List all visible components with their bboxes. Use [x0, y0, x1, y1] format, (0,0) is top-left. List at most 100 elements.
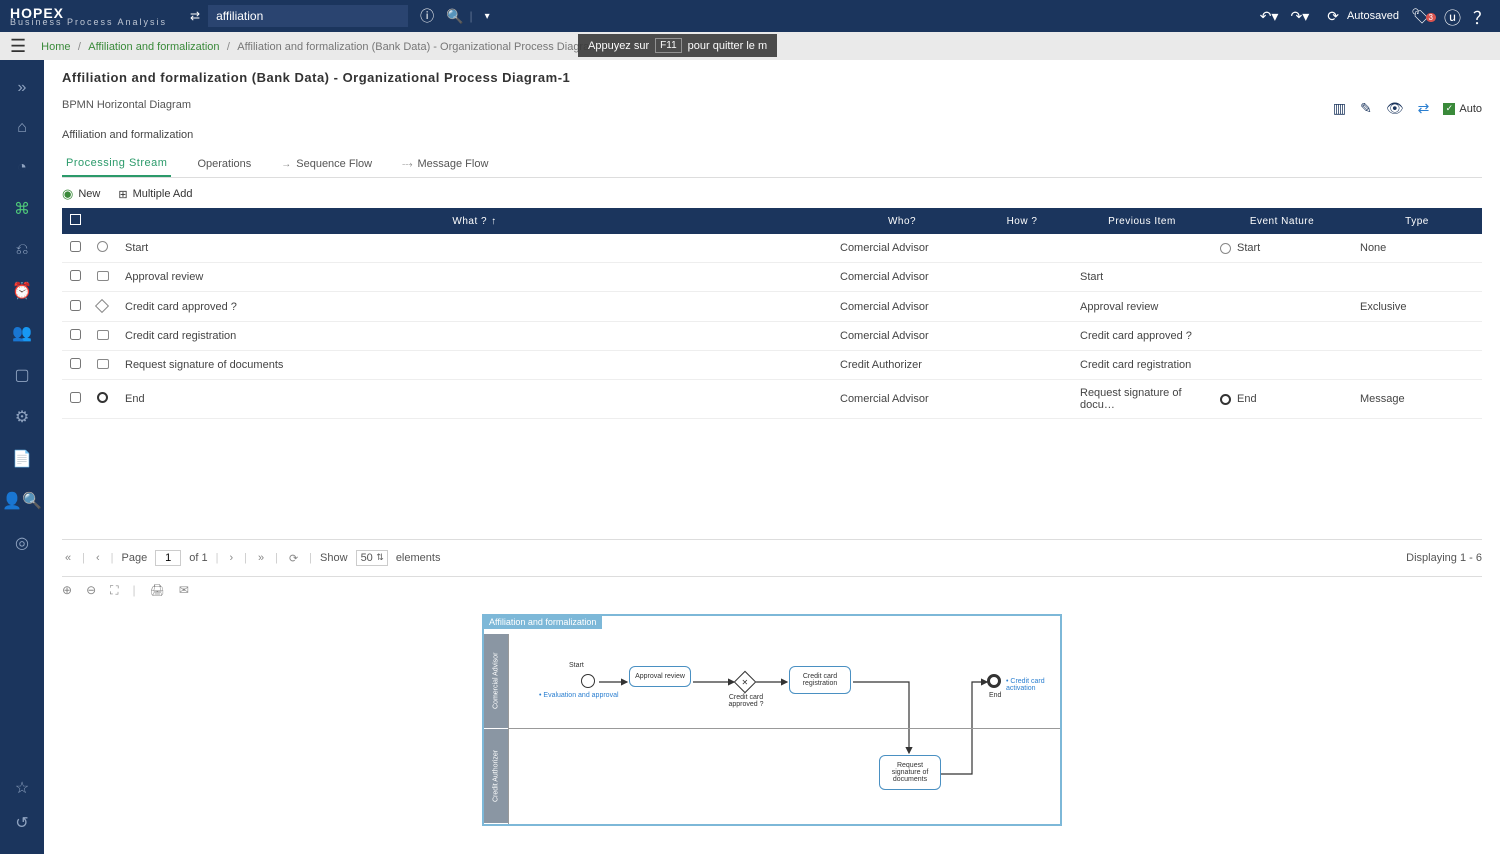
pagination: « | ‹ | Page of 1 | › | » | ⟳ | Show 50 … — [62, 539, 1482, 576]
edit-icon[interactable]: ✎ — [1360, 100, 1372, 117]
zoom-out-icon[interactable]: ⊖ — [86, 583, 96, 598]
header-checkbox[interactable] — [62, 208, 89, 234]
section-label: Affiliation and formalization — [62, 129, 1482, 141]
menu-icon[interactable]: ☰ — [10, 36, 26, 57]
zoom-in-icon[interactable]: ⊕ — [62, 583, 72, 598]
new-button[interactable]: ◉New — [62, 186, 100, 202]
gear-icon[interactable]: ⚙ — [0, 403, 44, 431]
cell-previous: Start — [1072, 263, 1212, 292]
tab-operations[interactable]: Operations — [193, 151, 255, 177]
eye-icon[interactable]: 👁 — [1386, 100, 1404, 117]
first-page-button[interactable]: « — [62, 552, 74, 564]
last-page-button[interactable]: » — [255, 552, 267, 564]
prev-page-button[interactable]: ‹ — [93, 552, 103, 564]
row-checkbox[interactable] — [70, 329, 81, 340]
star-icon[interactable]: ☆ — [15, 774, 29, 802]
cell-what: Approval review — [117, 263, 832, 292]
search-input[interactable] — [208, 5, 408, 27]
info-icon[interactable]: ⓘ — [420, 6, 434, 26]
bpmn-task-request[interactable]: Request signature of documents — [879, 755, 941, 790]
lane-2: Request signature of documents — [509, 729, 1060, 824]
lane-1: Start • Evaluation and approval Approval… — [509, 634, 1060, 729]
undo-icon[interactable]: ↶▾ — [1260, 8, 1279, 25]
cell-what: Request signature of documents — [117, 351, 832, 380]
table-row[interactable]: Approval reviewComercial Advisor Start — [62, 263, 1482, 292]
swap-icon[interactable]: ⇄ — [190, 9, 200, 23]
bpmn-start[interactable] — [581, 674, 595, 688]
bpmn-pool[interactable]: Affiliation and formalization Comercial … — [482, 614, 1062, 826]
page-of: of 1 — [189, 552, 207, 564]
refresh-page-button[interactable]: ⟳ — [286, 552, 301, 565]
breadcrumb-link[interactable]: Affiliation and formalization — [88, 41, 219, 53]
document-icon[interactable]: 📄 — [0, 445, 44, 473]
cell-who: Comercial Advisor — [832, 292, 972, 322]
header-how[interactable]: How ? — [972, 208, 1072, 234]
process-icon[interactable]: ⌘ — [0, 195, 44, 223]
row-checkbox[interactable] — [70, 270, 81, 281]
table-row[interactable]: StartComercial AdvisorStartNone — [62, 234, 1482, 263]
search-icon[interactable]: 🔍 — [446, 8, 463, 25]
elements-label: elements — [396, 552, 441, 564]
row-checkbox[interactable] — [70, 300, 81, 311]
table-row[interactable]: Credit card approved ?Comercial AdvisorA… — [62, 292, 1482, 322]
header-event[interactable]: Event Nature — [1212, 208, 1352, 234]
row-checkbox[interactable] — [70, 358, 81, 369]
help-icon[interactable]: ？ — [1473, 4, 1490, 29]
mail-icon[interactable]: ✉ — [179, 583, 189, 598]
header-who[interactable]: Who? — [832, 208, 972, 234]
columns-icon[interactable]: ▥ — [1333, 100, 1346, 117]
bpmn-task-approval[interactable]: Approval review — [629, 666, 691, 687]
box-icon[interactable]: ▢ — [0, 361, 44, 389]
cell-type — [1352, 351, 1482, 380]
bpmn-task-registration[interactable]: Credit card registration — [789, 666, 851, 694]
cell-what: Credit card approved ? — [117, 292, 832, 322]
logo: HOPEX Business Process Analysis — [10, 6, 167, 27]
dropdown-icon[interactable]: ▾ — [485, 11, 490, 22]
multiple-add-button[interactable]: ⊞Multiple Add — [118, 188, 192, 201]
page-input[interactable] — [155, 550, 181, 566]
pool-title: Affiliation and formalization — [483, 615, 602, 629]
table-row[interactable]: Request signature of documentsCredit Aut… — [62, 351, 1482, 380]
sync-icon[interactable]: ⇄ — [1418, 100, 1430, 117]
header-what[interactable]: What ?↑ — [117, 208, 832, 234]
home-icon[interactable]: ⌂ — [0, 115, 44, 141]
tab-processing-stream[interactable]: Processing Stream — [62, 151, 171, 177]
notifications-icon[interactable]: 🏷 3 — [1411, 7, 1430, 25]
clock-icon[interactable]: ⏰ — [0, 277, 44, 305]
user-icon[interactable]: ⓤ — [1444, 4, 1461, 29]
redo-icon[interactable]: ↷▾ — [1290, 8, 1309, 25]
divider: | — [470, 9, 473, 23]
dashboard-icon[interactable]: ◔ — [0, 155, 44, 181]
page-title: Affiliation and formalization (Bank Data… — [62, 70, 1482, 85]
refresh-icon[interactable]: ⟳ — [1327, 8, 1339, 25]
search-nav-icon[interactable]: 👤🔍 — [0, 487, 44, 515]
table-row[interactable]: Credit card registrationComercial Adviso… — [62, 322, 1482, 351]
fit-icon[interactable]: ⛶ — [110, 583, 118, 598]
cell-how — [972, 263, 1072, 292]
cell-how — [972, 351, 1072, 380]
tab-message-flow[interactable]: ⤏Message Flow — [398, 151, 492, 177]
cell-who: Comercial Advisor — [832, 263, 972, 292]
header-type[interactable]: Type — [1352, 208, 1482, 234]
row-checkbox[interactable] — [70, 392, 81, 403]
expand-icon[interactable]: » — [0, 75, 44, 101]
print-icon[interactable]: 🖨 — [150, 583, 165, 598]
displaying-label: Displaying 1 - 6 — [1406, 552, 1482, 564]
breadcrumb-home[interactable]: Home — [41, 41, 70, 53]
row-checkbox[interactable] — [70, 241, 81, 252]
history-icon[interactable]: ↺ — [15, 809, 29, 837]
table-row[interactable]: EndComercial AdvisorRequest signature of… — [62, 380, 1482, 419]
org-icon[interactable]: ⎌ — [0, 237, 44, 263]
breadcrumb: Home / Affiliation and formalization / A… — [41, 39, 608, 53]
tab-sequence-flow[interactable]: →Sequence Flow — [277, 151, 376, 177]
cell-event — [1212, 263, 1352, 292]
target-icon[interactable]: ◎ — [0, 529, 44, 557]
auto-toggle[interactable]: ✓ Auto — [1443, 103, 1482, 115]
next-page-button[interactable]: › — [226, 552, 236, 564]
header-previous[interactable]: Previous Item — [1072, 208, 1212, 234]
people-icon[interactable]: 👥 — [0, 319, 44, 347]
autosaved-label: Autosaved — [1347, 10, 1399, 22]
bpmn-end[interactable] — [987, 674, 1001, 688]
page-size-select[interactable]: 50 ⇅ — [356, 550, 388, 566]
bpmn-gateway[interactable] — [734, 671, 757, 694]
